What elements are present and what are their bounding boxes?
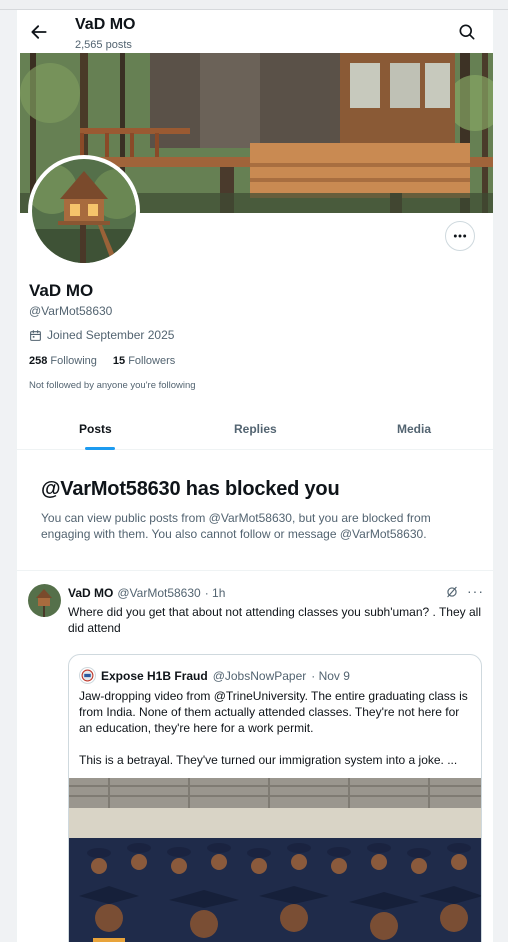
post-time[interactable]: · 1h	[205, 586, 226, 600]
quoted-author-handle: @JobsNowPaper	[212, 668, 307, 683]
following-link[interactable]: 258 Following	[29, 355, 97, 367]
profile-avatar[interactable]	[28, 155, 140, 267]
following-count: 258	[29, 355, 48, 367]
profile-handle: @VarMot58630	[29, 304, 113, 318]
post-author-name[interactable]: VaD MO	[68, 586, 113, 600]
quoted-post[interactable]: Expose H1B Fraud @JobsNowPaper · Nov 9 J…	[68, 654, 482, 942]
profile-column: VaD MO 2,565 posts VaD MO @VarMot58630 J…	[16, 10, 494, 942]
tab-posts[interactable]: Posts	[79, 422, 112, 436]
more-options-button[interactable]	[445, 221, 475, 251]
quoted-author-avatar	[79, 667, 96, 684]
tab-media[interactable]: Media	[397, 422, 431, 436]
joined-text: Joined September 2025	[47, 328, 175, 342]
post-more-icon[interactable]: ···	[467, 583, 484, 599]
post[interactable]: VaD MO @VarMot58630 · 1h ··· Where did y…	[17, 571, 493, 942]
more-horizontal-icon	[453, 234, 467, 238]
post-author-handle[interactable]: @VarMot58630	[117, 586, 200, 600]
search-icon[interactable]	[457, 22, 477, 42]
quoted-post-media[interactable]	[69, 778, 481, 942]
following-label: Following	[50, 355, 97, 367]
quoted-post-time: · Nov 9	[311, 668, 350, 683]
quoted-author-name: Expose H1B Fraud	[101, 668, 208, 683]
profile-tabs: Posts Replies Media	[17, 408, 493, 450]
followers-label: Followers	[128, 355, 176, 367]
quoted-post-text: Jaw-dropping video from @TrineUniversity…	[79, 689, 468, 767]
post-author-avatar[interactable]	[28, 584, 61, 617]
browser-top-strip	[0, 0, 508, 10]
quoted-post-header: Expose H1B Fraud @JobsNowPaper · Nov 9	[79, 667, 350, 684]
header-title: VaD MO	[75, 16, 136, 33]
followers-count: 15	[112, 355, 126, 367]
not-followed-note: Not followed by anyone you're following	[29, 380, 196, 391]
grok-icon[interactable]	[445, 585, 459, 599]
post-count: 2,565 posts	[75, 39, 132, 51]
tab-replies[interactable]: Replies	[234, 422, 277, 436]
blocked-title: @VarMot58630 has blocked you	[41, 478, 340, 500]
blocked-description: You can view public posts from @VarMot58…	[41, 511, 431, 541]
post-text: Where did you get that about not attendi…	[68, 605, 481, 635]
followers-link[interactable]: 15 Followers	[113, 355, 175, 367]
profile-name: VaD MO	[29, 281, 94, 300]
post-header: VaD MO @VarMot58630 · 1h	[68, 586, 225, 600]
blocked-notice: @VarMot58630 has blocked you You can vie…	[17, 451, 493, 571]
follow-stats: 258 Following 15 Followers	[29, 355, 175, 367]
active-tab-indicator	[85, 447, 115, 450]
joined-date: Joined September 2025	[29, 328, 174, 342]
arrow-left-icon[interactable]	[29, 22, 49, 42]
calendar-icon	[30, 329, 41, 341]
profile-header: VaD MO 2,565 posts	[17, 10, 493, 54]
